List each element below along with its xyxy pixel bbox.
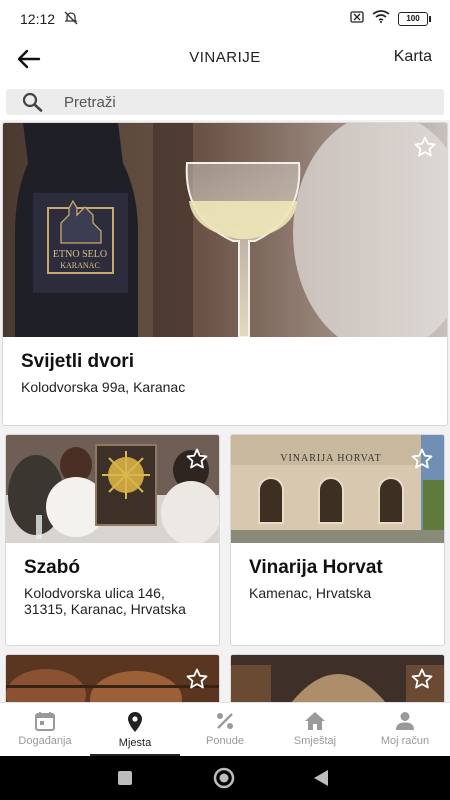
person-icon (396, 712, 414, 730)
sign-text: VINARIJA HORVAT (280, 453, 382, 464)
star-outline-icon (411, 668, 433, 689)
do-not-disturb-icon (64, 11, 78, 30)
nav-tab-offers[interactable]: Ponude (180, 703, 270, 756)
nav-tab-accommodation[interactable]: Smještaj (270, 703, 360, 756)
status-bar: 12:12 100 (0, 0, 450, 38)
calendar-icon (35, 712, 55, 731)
nav-label: Smještaj (293, 735, 337, 747)
winery-address: Kolodvorska 99a, Karanac (21, 379, 186, 395)
star-outline-icon (411, 448, 433, 469)
winery-name: Svijetli dvori (21, 351, 134, 372)
bottom-navigation: Događanja Mjesta Ponude Smještaj Moj rač… (0, 702, 450, 756)
search-bar (0, 82, 450, 120)
favorite-star-button[interactable] (185, 667, 209, 691)
search-icon (22, 92, 44, 117)
arrow-left-icon (17, 49, 41, 69)
nav-tab-account[interactable]: Moj račun (360, 703, 450, 756)
winery-photo: VINARIJA HORVAT (231, 435, 444, 543)
status-time: 12:12 (20, 11, 56, 27)
search-box[interactable] (6, 89, 444, 115)
nav-tab-events[interactable]: Događanja (0, 703, 90, 756)
bottle-label-text: ETNO SELO (53, 249, 107, 260)
home-icon (305, 712, 325, 730)
winery-name: Vinarija Horvat (249, 557, 383, 578)
nav-label: Ponude (206, 735, 244, 747)
recent-apps-button[interactable] (117, 770, 133, 791)
square-icon (118, 771, 132, 785)
wifi-icon (372, 10, 390, 28)
no-sim-icon (350, 10, 364, 28)
winery-card-vinarija-horvat[interactable]: VINARIJA HORVAT Vinarija Horvat Kamenac,… (230, 434, 445, 646)
battery-indicator: 100 (398, 12, 431, 26)
favorite-star-button[interactable] (410, 447, 434, 471)
winery-photo (6, 655, 219, 703)
favorite-star-button[interactable] (413, 135, 437, 159)
back-nav-button[interactable] (313, 769, 329, 792)
nav-label: Moj račun (380, 735, 430, 747)
bottle-label-sub: KARANAC (60, 261, 100, 270)
winery-photo (231, 655, 444, 703)
winery-photo: ETNO SELO KARANAC (3, 123, 447, 337)
nav-label: Događanja (18, 735, 72, 747)
system-navigation-bar (0, 756, 450, 800)
back-button[interactable] (16, 46, 48, 74)
star-outline-icon (414, 136, 436, 157)
triangle-back-icon (314, 770, 328, 786)
map-button[interactable]: Karta (394, 48, 432, 66)
circle-icon (213, 767, 235, 789)
nav-label: Mjesta (118, 737, 152, 749)
percent-icon (217, 713, 233, 729)
winery-address: Kamenac, Hrvatska (249, 585, 372, 601)
location-pin-icon (128, 712, 142, 732)
favorite-star-button[interactable] (185, 447, 209, 471)
winery-card-szabo[interactable]: Szabó Kolodvorska ulica 146, 31315, Kara… (5, 434, 220, 646)
winery-photo (6, 435, 219, 543)
winery-address: Kolodvorska ulica 146, 31315, Karanac, H… (24, 585, 186, 617)
winery-name: Szabó (24, 557, 80, 578)
app-bar: VINARIJE Karta (0, 38, 450, 82)
home-button[interactable] (213, 767, 235, 794)
nav-tab-places[interactable]: Mjesta (90, 703, 180, 756)
page-title: VINARIJE (189, 49, 261, 66)
favorite-star-button[interactable] (410, 667, 434, 691)
winery-card-svijetli-dvori[interactable]: ETNO SELO KARANAC Svijetli dvori Kolodvo… (2, 122, 448, 426)
star-outline-icon (186, 668, 208, 689)
search-input[interactable] (64, 89, 434, 115)
star-outline-icon (186, 448, 208, 469)
